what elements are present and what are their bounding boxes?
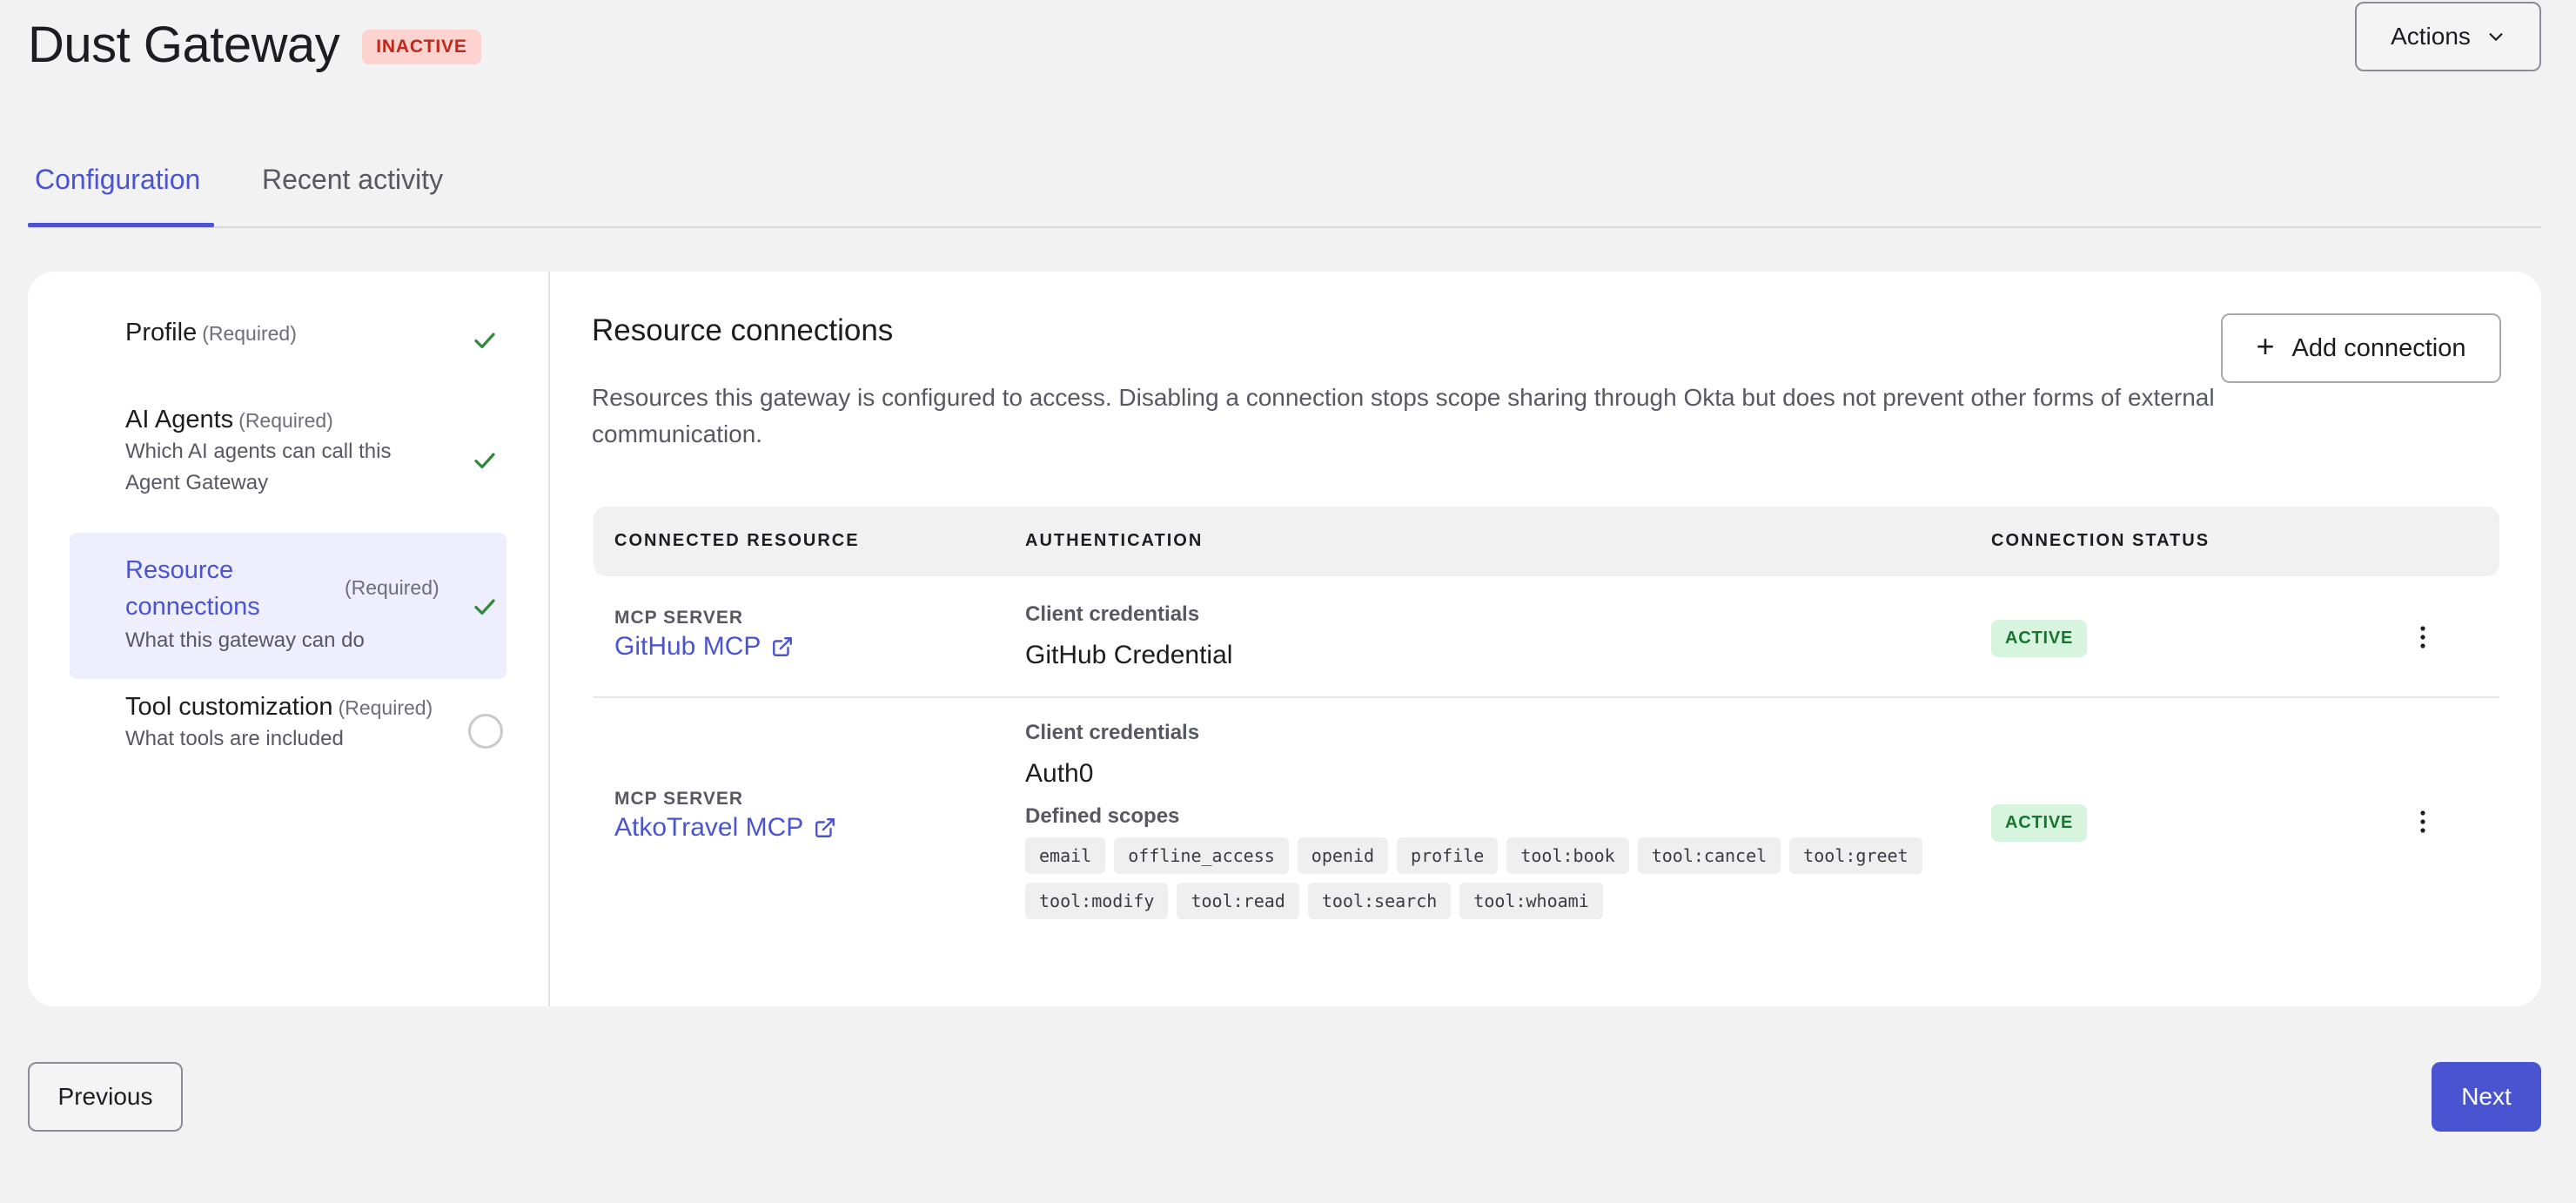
- configuration-card: Profile (Required) AI Agents (Required) Wh…: [28, 272, 2541, 1006]
- resource-type: MCP SERVER: [614, 789, 744, 809]
- incomplete-circle-icon: [468, 714, 503, 749]
- actions-button[interactable]: Actions: [2355, 2, 2541, 71]
- resource-link[interactable]: GitHub MCP: [614, 632, 794, 662]
- chevron-down-icon: [2489, 33, 2503, 41]
- status-badge: INACTIVE: [362, 29, 481, 64]
- status-badge: ACTIVE: [1991, 620, 2088, 657]
- tab-recent-activity[interactable]: Recent activity: [262, 164, 443, 196]
- step-description: What tools are included: [125, 727, 344, 750]
- step-title: Profile: [125, 319, 198, 346]
- auth-value: GitHub Credential: [1025, 641, 1233, 669]
- table-row: MCP SERVER AtkoTravel MCP Client credent…: [594, 698, 2499, 933]
- section-title: Resource connections: [592, 313, 894, 347]
- auth-label: Client credentials: [1025, 602, 1200, 626]
- step-ai-agents[interactable]: AI Agents (Required) Which AI agents can …: [70, 402, 506, 524]
- resource-name: GitHub MCP: [614, 632, 761, 661]
- next-button[interactable]: Next: [2432, 1062, 2541, 1132]
- check-icon: [474, 333, 495, 349]
- add-connection-label: Add connection: [2291, 333, 2466, 362]
- sidebar-divider: [548, 272, 550, 1006]
- actions-label: Actions: [2391, 23, 2471, 50]
- step-description: What this gateway can do: [125, 628, 365, 652]
- step-required: (Required): [345, 576, 439, 599]
- scopes-label: Defined scopes: [1025, 804, 1180, 828]
- page-title: Dust Gateway: [28, 17, 340, 73]
- previous-button[interactable]: Previous: [28, 1062, 183, 1132]
- scope-chip: tool:read: [1177, 883, 1299, 919]
- step-title: AI Agents: [125, 406, 234, 433]
- resource-link[interactable]: AtkoTravel MCP: [614, 813, 836, 843]
- scope-chip: tool:search: [1307, 883, 1452, 919]
- page: Dust Gateway INACTIVE Actions Configurat…: [0, 0, 2576, 1203]
- auth-label: Client credentials: [1025, 721, 1200, 744]
- external-link-icon: [773, 637, 793, 656]
- resource-type: MCP SERVER: [614, 608, 744, 628]
- add-connection-button[interactable]: + Add connection: [2221, 313, 2501, 383]
- step-title: Resource connections: [125, 556, 260, 621]
- check-icon: [474, 599, 495, 615]
- auth-value: Auth0: [1025, 759, 1094, 788]
- column-header: AUTHENTICATION: [1025, 531, 1204, 550]
- scope-chip: profile: [1397, 837, 1499, 874]
- scope-chip: tool:whoami: [1459, 883, 1603, 919]
- step-required: (Required): [338, 696, 433, 719]
- step-title: Tool customization: [125, 693, 333, 721]
- active-tab-indicator: [28, 223, 214, 227]
- scope-chip: tool:modify: [1025, 883, 1169, 919]
- table-row: MCP SERVER GitHub MCP Client credentials…: [594, 576, 2499, 698]
- tab-bar: Configuration Recent activity: [28, 139, 2541, 228]
- step-tool-customization[interactable]: Tool customization (Required) What tools …: [70, 693, 506, 780]
- scope-chip: offline_access: [1114, 837, 1289, 874]
- scope-list: email offline_access openid profile tool…: [1025, 837, 1948, 919]
- step-required: (Required): [202, 322, 297, 345]
- scope-chip: openid: [1297, 837, 1389, 874]
- step-description: Which AI agents can call this Agent Gate…: [125, 440, 392, 494]
- connections-table: CONNECTED RESOURCE AUTHENTICATION CONNEC…: [594, 507, 2499, 933]
- scope-chip: tool:book: [1506, 837, 1629, 874]
- more-options-icon[interactable]: [2412, 806, 2433, 837]
- tab-configuration[interactable]: Configuration: [35, 164, 200, 196]
- scope-chip: email: [1025, 837, 1106, 874]
- status-badge: ACTIVE: [1991, 804, 2088, 842]
- plus-icon: +: [2256, 328, 2275, 364]
- step-required: (Required): [238, 409, 333, 432]
- section-description: Resources this gateway is configured to …: [592, 384, 2215, 447]
- table-header: CONNECTED RESOURCE AUTHENTICATION CONNEC…: [594, 507, 2499, 576]
- check-icon: [474, 453, 495, 469]
- column-header: CONNECTION STATUS: [1991, 531, 2210, 550]
- column-header: CONNECTED RESOURCE: [614, 531, 860, 550]
- page-header: Dust Gateway INACTIVE: [28, 16, 481, 74]
- step-profile[interactable]: Profile (Required): [70, 315, 506, 367]
- scope-chip: tool:cancel: [1637, 837, 1781, 874]
- step-resource-connections[interactable]: Resource connections (Required) What thi…: [70, 533, 506, 679]
- external-link-icon: [815, 818, 835, 837]
- scope-chip: tool:greet: [1789, 837, 1922, 874]
- more-options-icon[interactable]: [2412, 622, 2433, 653]
- resource-name: AtkoTravel MCP: [614, 813, 804, 842]
